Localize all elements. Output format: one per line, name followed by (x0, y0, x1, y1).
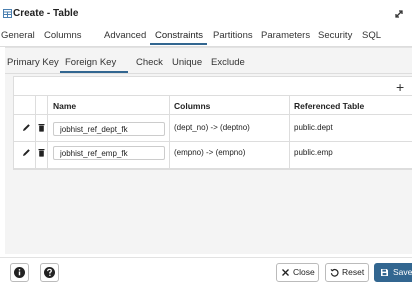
referenced-table-cell: public.dept (294, 123, 333, 132)
reset-button[interactable]: Reset (325, 263, 369, 282)
grid-row-rule (14, 141, 412, 142)
more-options-icon[interactable]: ⋮ (408, 8, 412, 20)
help-icon (44, 267, 55, 278)
tab-advanced[interactable]: Advanced (104, 30, 146, 42)
add-row-button[interactable]: + (396, 80, 404, 94)
close-button[interactable]: Close (276, 263, 319, 282)
constraint-columns-cell: (empno) -> (empno) (174, 148, 246, 157)
dialog-titlebar: Create - Table ⋮ (0, 0, 412, 28)
save-button-label: Save (393, 267, 412, 277)
dialog-tabs: General Columns Advanced Constraints Par… (0, 28, 412, 47)
grid-header-bottom-rule (14, 114, 412, 115)
subtab-check[interactable]: Check (136, 57, 163, 69)
column-header-name[interactable]: Name (53, 101, 76, 111)
subtabs-divider (5, 73, 412, 74)
save-button[interactable]: Save (374, 263, 412, 282)
active-tab-indicator (150, 43, 207, 45)
grid-col-rule (47, 95, 48, 168)
delete-icon[interactable] (37, 123, 46, 132)
column-header-referenced-table[interactable]: Referenced Table (294, 101, 364, 111)
info-icon (14, 267, 25, 278)
tab-general[interactable]: General (1, 30, 35, 42)
subtab-exclude[interactable]: Exclude (211, 57, 245, 69)
grid-col-rule (289, 95, 290, 168)
info-button[interactable] (10, 263, 29, 282)
edit-icon[interactable] (22, 123, 31, 132)
constraint-columns-cell: (dept_no) -> (deptno) (174, 123, 250, 132)
table-icon (3, 9, 12, 18)
save-icon (381, 269, 388, 276)
expand-icon[interactable] (394, 9, 404, 19)
subtab-unique[interactable]: Unique (172, 57, 202, 69)
reset-button-label: Reset (342, 267, 365, 277)
grid-header-top-rule (14, 95, 412, 96)
dialog-title: Create - Table (13, 8, 79, 19)
edit-icon[interactable] (22, 148, 31, 157)
delete-icon[interactable] (37, 148, 46, 157)
referenced-table-cell: public.emp (294, 148, 333, 157)
column-header-columns[interactable]: Columns (174, 101, 210, 111)
tab-columns[interactable]: Columns (44, 30, 82, 42)
constraint-subtabs: Primary Key Foreign Key Check Unique Exc… (5, 48, 412, 74)
close-icon (282, 269, 289, 276)
tab-partitions[interactable]: Partitions (213, 30, 253, 42)
subtab-primary-key[interactable]: Primary Key (7, 57, 59, 69)
constraint-name-input[interactable] (53, 122, 165, 136)
constraint-name-input[interactable] (53, 146, 165, 160)
tab-parameters[interactable]: Parameters (261, 30, 310, 42)
close-button-label: Close (293, 267, 315, 277)
grid-col-rule (169, 95, 170, 168)
grid-col-rule (35, 95, 36, 168)
tab-sql[interactable]: SQL (362, 30, 381, 42)
subtab-foreign-key[interactable]: Foreign Key (65, 57, 116, 69)
dialog-footer: Close Reset Save (0, 257, 412, 284)
tab-constraints[interactable]: Constraints (155, 30, 203, 42)
tab-security[interactable]: Security (318, 30, 352, 42)
grid-row-rule (14, 168, 412, 169)
reset-icon (330, 268, 339, 277)
help-button[interactable] (40, 263, 59, 282)
